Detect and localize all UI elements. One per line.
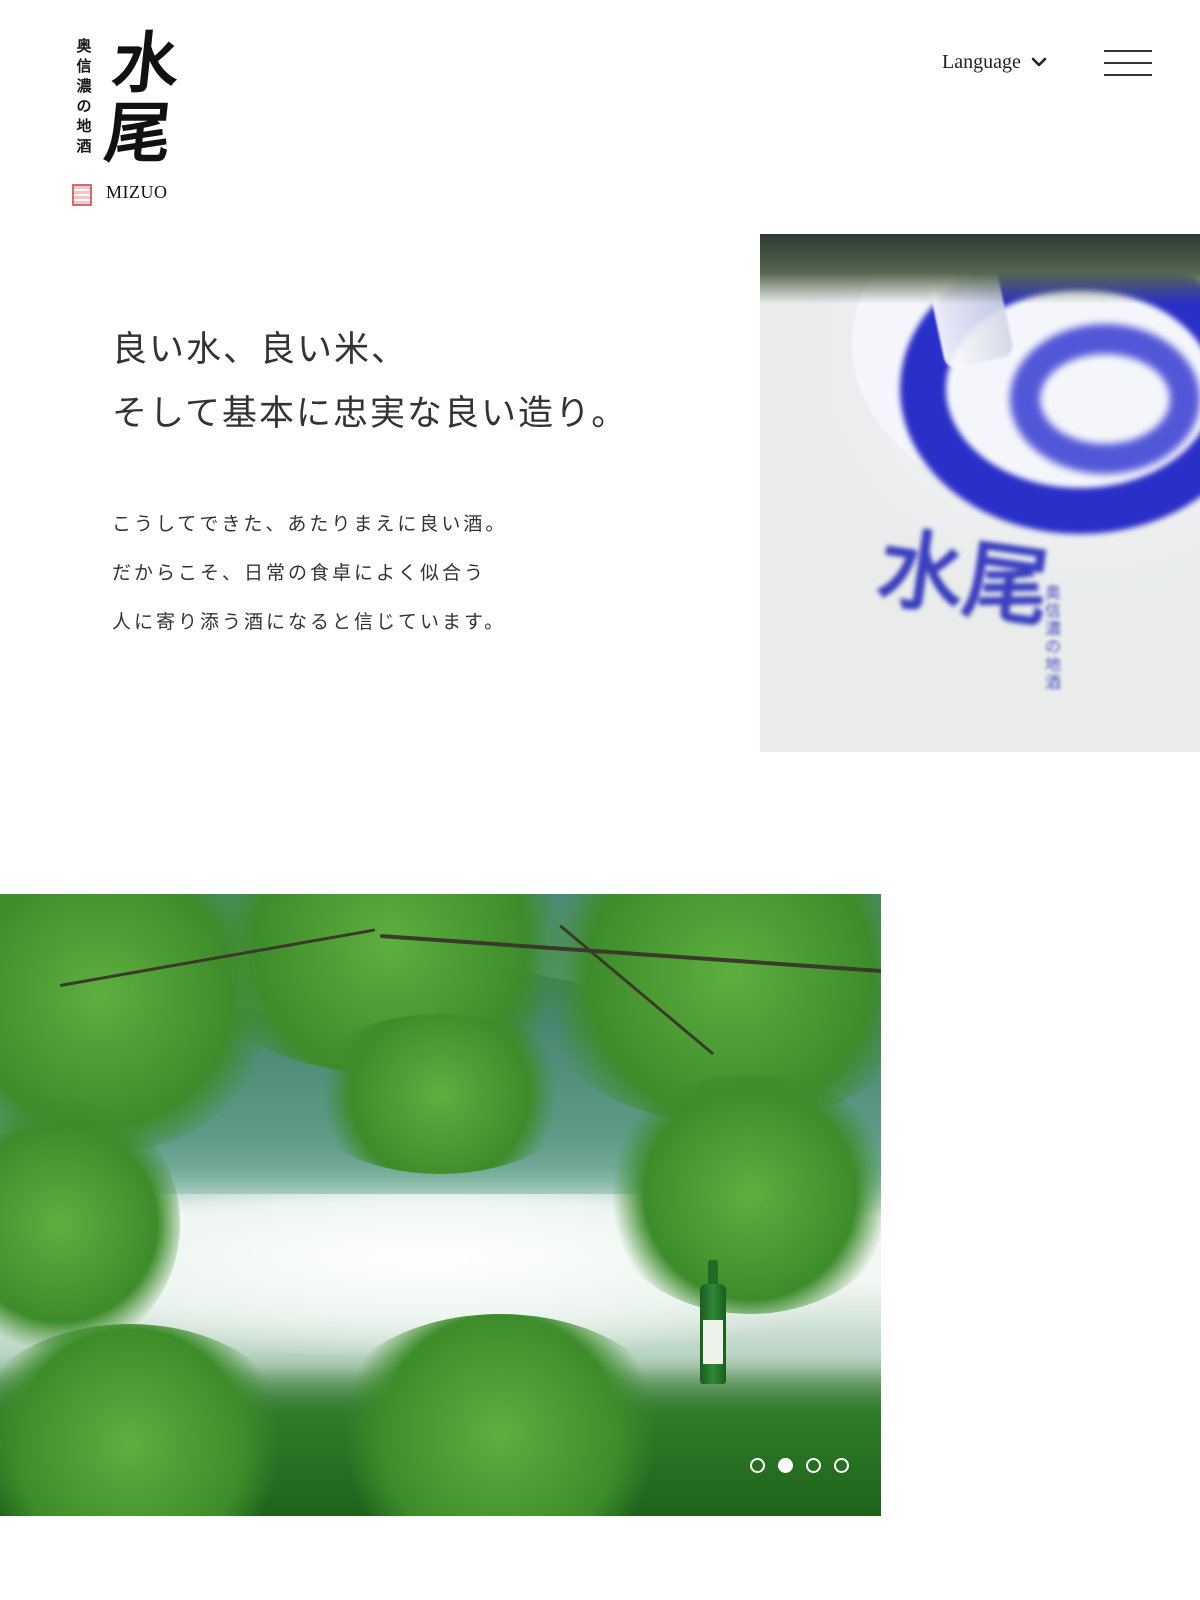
headline-line: そして基本に忠実な良い造り。 (112, 394, 629, 434)
logo-english: MIZUO (106, 182, 168, 202)
body-line: だからこそ、日常の食卓によく似合う (112, 562, 487, 584)
language-selector[interactable]: Language (942, 48, 1047, 76)
slider-pagination (750, 1458, 849, 1473)
site-logo[interactable]: 奥 信 濃 の 地 酒 水 尾 MIZUO (72, 24, 192, 210)
logo-subtitle: 奥 信 濃 の 地 酒 (76, 37, 92, 155)
logo-wordmark: 水 尾 (101, 24, 183, 172)
headline-line: 良い水、良い米、 (112, 330, 409, 370)
body-line: 人に寄り添う酒になると信じています。 (112, 611, 507, 633)
logo-seal (72, 184, 92, 206)
sake-cup-photo: 水尾 奥 信 濃 の 地 酒 (760, 234, 1200, 752)
menu-button[interactable] (1104, 50, 1152, 78)
slider-dot[interactable] (806, 1458, 821, 1473)
body-line: こうしてできた、あたりまえに良い酒。 (112, 513, 508, 535)
intro-body: こうしてできた、あたりまえに良い酒。 だからこそ、日常の食卓によく似合う 人に寄… (112, 500, 672, 647)
slider-image-lake (0, 894, 881, 1516)
slider-dot-active[interactable] (778, 1458, 793, 1473)
cup-subtitle: 奥 信 濃 の 地 酒 (1045, 583, 1062, 692)
language-label: Language (942, 50, 1021, 73)
intro-headline: 良い水、良い米、 そして基本に忠実な良い造り。 (112, 318, 732, 446)
slider-dot[interactable] (834, 1458, 849, 1473)
chevron-down-icon (1031, 56, 1047, 68)
slider-dot[interactable] (750, 1458, 765, 1473)
cup-logo-mark: 水尾 (871, 516, 1057, 641)
